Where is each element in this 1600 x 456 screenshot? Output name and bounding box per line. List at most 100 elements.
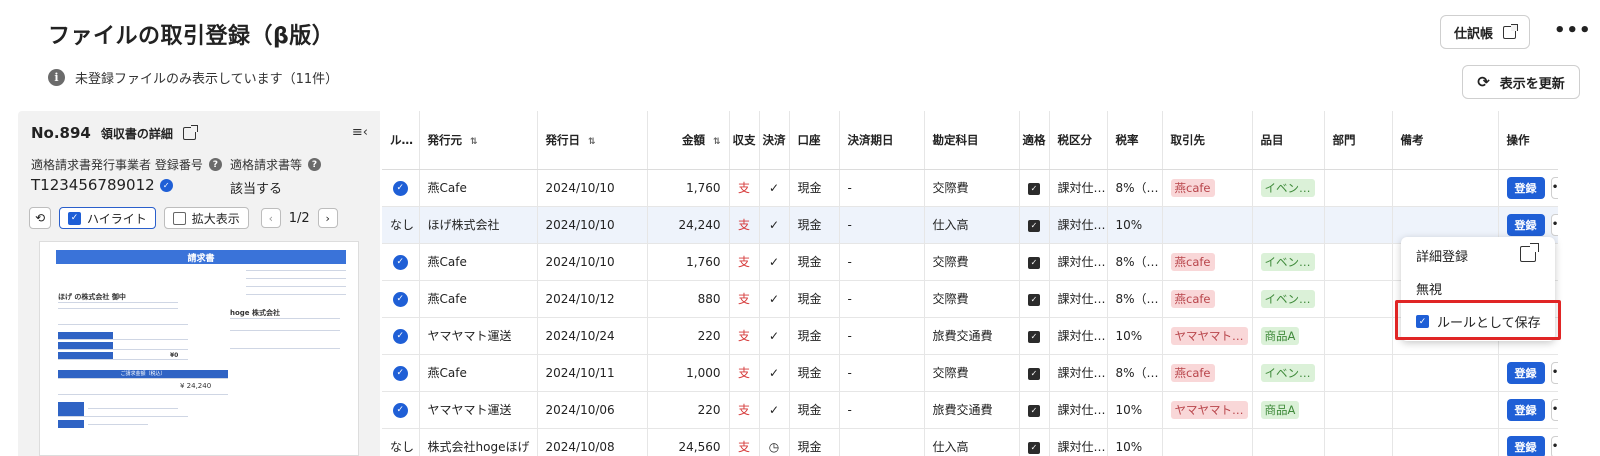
- row-more-button[interactable]: •••: [1550, 176, 1557, 199]
- col-amount[interactable]: 金額 ⇅: [647, 111, 730, 170]
- cell-rate: 8%（…: [1107, 243, 1163, 281]
- cell-rate: 8%（…: [1107, 354, 1163, 392]
- col-date[interactable]: 発行日 ⇅: [537, 111, 648, 170]
- table-row[interactable]: ✓ 燕Cafe 2024/10/11 1,000 支 ✓ 現金 - 交際費 ✓ 課対仕… 8%（… 燕c…: [382, 354, 1558, 392]
- external-link-icon[interactable]: [1520, 243, 1539, 262]
- cell-date: 2024/10/24: [537, 317, 648, 355]
- cell-qualified: ✓: [1019, 243, 1050, 281]
- cell-qualified: ✓: [1019, 354, 1050, 392]
- cell-qualified: ✓: [1019, 391, 1050, 429]
- register-button[interactable]: 登録: [1506, 176, 1545, 199]
- document-preview: 請求書 ほげ の株式会社 御中 hoge 株式会社 ¥0 ご請求金額（税込） ¥…: [39, 241, 359, 456]
- cell-subject: 交際費: [924, 243, 1020, 281]
- help-icon[interactable]: ?: [208, 158, 222, 171]
- cell-tax-class: 課対仕…: [1049, 354, 1108, 392]
- highlight-checkbox[interactable]: ✓: [68, 211, 81, 225]
- cell-item: イベン…: [1252, 354, 1325, 392]
- register-button[interactable]: 登録: [1506, 213, 1545, 236]
- menu-detail-register[interactable]: 詳細登録: [1416, 246, 1468, 265]
- cell-rule: ✓: [382, 280, 420, 318]
- cell-due: -: [839, 317, 925, 355]
- rotate-button[interactable]: ⟲: [29, 207, 51, 229]
- cell-tax-class: 課対仕…: [1049, 428, 1108, 456]
- cell-dept: [1324, 391, 1393, 429]
- cell-subject: 旅費交通費: [924, 317, 1020, 355]
- cell-date: 2024/10/11: [537, 354, 648, 392]
- cell-subject: 旅費交通費: [924, 391, 1020, 429]
- cell-type: 支: [729, 428, 760, 456]
- external-link-icon[interactable]: [182, 124, 198, 140]
- doc-header: No.894 領収書の詳細: [31, 124, 198, 142]
- cell-dept: [1324, 169, 1393, 207]
- prev-page-button[interactable]: ‹: [260, 208, 281, 228]
- highlight-annotation: [1395, 300, 1561, 340]
- cell-rule: ✓: [382, 391, 420, 429]
- cell-partner: ヤマヤマト…: [1162, 391, 1253, 429]
- col-partner: 取引先: [1162, 111, 1253, 170]
- table-row[interactable]: ✓ 燕Cafe 2024/10/12 880 支 ✓ 現金 - 交際費 ✓ 課対仕… 8%（… 燕caf…: [382, 280, 1558, 318]
- cell-dept: [1324, 317, 1393, 355]
- menu-ignore[interactable]: 無視: [1416, 279, 1442, 298]
- row-more-button[interactable]: •••: [1550, 435, 1557, 456]
- table-row[interactable]: ✓ 燕Cafe 2024/10/10 1,760 支 ✓ 現金 - 交際費 ✓ 課対仕… 8%（… 燕c…: [382, 243, 1558, 281]
- row-more-button[interactable]: •••: [1550, 213, 1557, 236]
- zoom-toggle[interactable]: 拡大表示: [163, 207, 249, 229]
- cell-type: 支: [729, 391, 760, 429]
- cell-partner: 燕cafe: [1162, 354, 1253, 392]
- cell-qualified: ✓: [1019, 206, 1050, 244]
- journal-button[interactable]: 仕訳帳: [1440, 15, 1530, 49]
- collapse-panel-icon[interactable]: ≡‹: [352, 125, 368, 140]
- cell-date: 2024/10/06: [537, 391, 648, 429]
- register-button[interactable]: 登録: [1506, 361, 1545, 384]
- table-row[interactable]: なし 株式会社hogeほげ 2024/10/08 24,560 支 ◷ 現金 仕入高 ✓ 課対仕……: [382, 428, 1558, 456]
- cell-account: 現金: [789, 354, 840, 392]
- next-page-button[interactable]: ›: [317, 208, 338, 228]
- cell-dept: [1324, 428, 1393, 456]
- cell-item: イベン…: [1252, 243, 1325, 281]
- cell-due: -: [839, 280, 925, 318]
- cell-item: [1252, 206, 1325, 244]
- col-settle: 決済: [759, 111, 790, 170]
- cell-rate: 10%: [1107, 317, 1163, 355]
- cell-issuer: 燕Cafe: [419, 354, 538, 392]
- col-dept: 部門: [1324, 111, 1393, 170]
- rule-applied-icon: ✓: [392, 180, 408, 196]
- register-button[interactable]: 登録: [1506, 435, 1545, 456]
- cell-rule: なし: [382, 206, 420, 244]
- col-item: 品目: [1252, 111, 1325, 170]
- cell-type: 支: [729, 317, 760, 355]
- row-more-button[interactable]: •••: [1550, 398, 1557, 421]
- table-row[interactable]: ✓ ヤマヤマト運送 2024/10/24 220 支 ✓ 現金 - 旅費交通費 ✓ 課対仕… 10% ヤ…: [382, 317, 1558, 355]
- qualified-check-icon: ✓: [1028, 367, 1040, 380]
- cell-date: 2024/10/08: [537, 428, 648, 456]
- highlight-toggle[interactable]: ✓ ハイライト: [59, 207, 156, 229]
- rule-applied-icon: ✓: [392, 254, 408, 270]
- table-row[interactable]: ✓ 燕Cafe 2024/10/10 1,760 支 ✓ 現金 - 交際費 ✓ 課対仕… 8%（… 燕c…: [382, 169, 1558, 207]
- registration-label: 適格請求書発行事業者 登録番号 ?: [31, 156, 222, 173]
- cell-subject: 交際費: [924, 280, 1020, 318]
- col-action: 操作: [1498, 111, 1558, 170]
- help-icon[interactable]: ?: [308, 158, 322, 171]
- cell-amount: 24,560: [647, 428, 730, 456]
- col-issuer[interactable]: 発行元 ⇅: [419, 111, 538, 170]
- cell-settle: ✓: [759, 391, 790, 429]
- zoom-checkbox[interactable]: [172, 211, 186, 225]
- cell-item: 商品A: [1252, 391, 1325, 429]
- more-options-button[interactable]: •••: [1554, 20, 1592, 41]
- row-more-button[interactable]: •••: [1550, 361, 1557, 384]
- col-rule[interactable]: ル…: [382, 111, 420, 170]
- cell-due: -: [839, 206, 925, 244]
- receipt-title: 請求書: [56, 250, 346, 264]
- cell-tax-class: 課対仕…: [1049, 317, 1108, 355]
- col-account: 口座: [789, 111, 840, 170]
- cell-date: 2024/10/10: [537, 206, 648, 244]
- table-row[interactable]: ✓ ヤマヤマト運送 2024/10/06 220 支 ✓ 現金 - 旅費交通費 ✓ 課対仕… 10% ヤ…: [382, 391, 1558, 429]
- table-row[interactable]: なし ほげ株式会社 2024/10/10 24,240 支 ✓ 現金 - 仕入高 ✓ 課対仕… 10%…: [382, 206, 1558, 244]
- refresh-icon: ⟳: [1477, 73, 1490, 91]
- refresh-button[interactable]: ⟳ 表示を更新: [1462, 65, 1580, 99]
- qualified-check-icon: ✓: [1028, 441, 1040, 454]
- col-qualified: 適格: [1019, 111, 1050, 170]
- table-header-row: ル… 発行元 ⇅ 発行日 ⇅ 金額 ⇅ 収支 決済 口座 決済期日 勘定科目 適格 税…: [382, 111, 1558, 170]
- refresh-label: 表示を更新: [1499, 76, 1565, 92]
- register-button[interactable]: 登録: [1506, 398, 1545, 421]
